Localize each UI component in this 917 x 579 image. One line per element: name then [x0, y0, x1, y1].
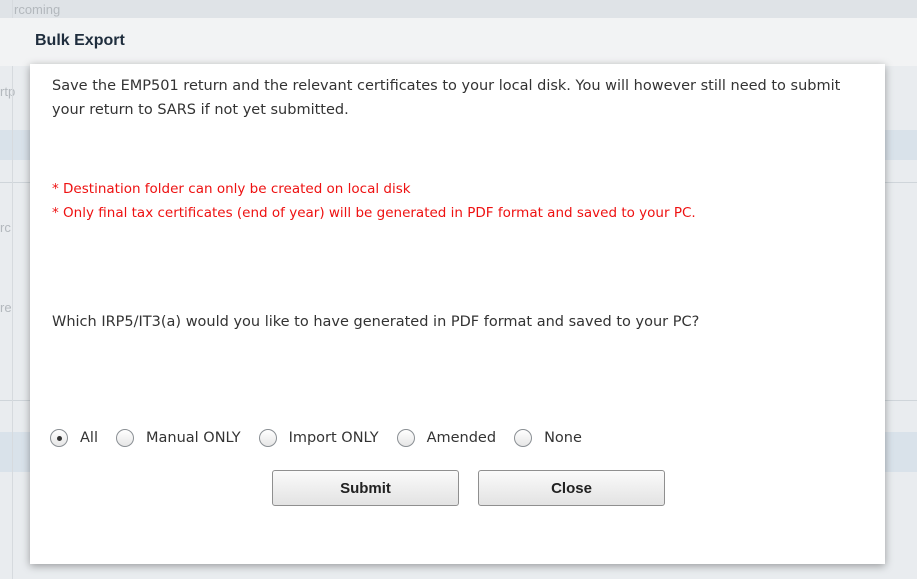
background-top-strip	[0, 0, 917, 18]
note-final-certificates: * Only final tax certificates (end of ye…	[52, 205, 696, 221]
radio-label-amended: Amended	[426, 430, 497, 446]
radio-option-import-only[interactable]: Import ONLY	[258, 429, 379, 447]
export-question: Which IRP5/IT3(a) would you like to have…	[52, 314, 700, 330]
background-text: rcoming	[14, 2, 61, 17]
background-text: re	[0, 300, 12, 315]
dialog-title: Bulk Export	[35, 32, 125, 49]
note-local-disk: * Destination folder can only be created…	[52, 181, 411, 197]
background-column-line	[12, 0, 13, 579]
dialog-header	[0, 18, 917, 66]
radio-button-manual-only[interactable]	[115, 429, 134, 447]
radio-label-all: All	[80, 430, 98, 446]
background-text: rc	[0, 220, 11, 235]
radio-option-manual-only[interactable]: Manual ONLY	[115, 429, 241, 447]
radio-button-import-only[interactable]	[258, 429, 277, 447]
radio-label-import-only: Import ONLY	[288, 430, 379, 446]
radio-button-all[interactable]	[50, 429, 68, 447]
radio-option-none[interactable]: None	[514, 429, 582, 447]
submit-button[interactable]: Submit	[272, 470, 459, 506]
radio-button-amended[interactable]	[396, 429, 415, 447]
radio-label-manual-only: Manual ONLY	[145, 430, 241, 446]
radio-button-none[interactable]	[514, 429, 533, 447]
radio-option-all[interactable]: All	[50, 429, 98, 447]
bulk-export-dialog: Save the EMP501 return and the relevant …	[30, 64, 885, 564]
radio-option-amended[interactable]: Amended	[396, 429, 497, 447]
radio-label-none: None	[544, 430, 582, 446]
certificate-type-radio-group: All Manual ONLY Import ONLY Amended None	[50, 424, 600, 452]
dialog-description: Save the EMP501 return and the relevant …	[52, 78, 841, 118]
close-button[interactable]: Close	[478, 470, 665, 506]
